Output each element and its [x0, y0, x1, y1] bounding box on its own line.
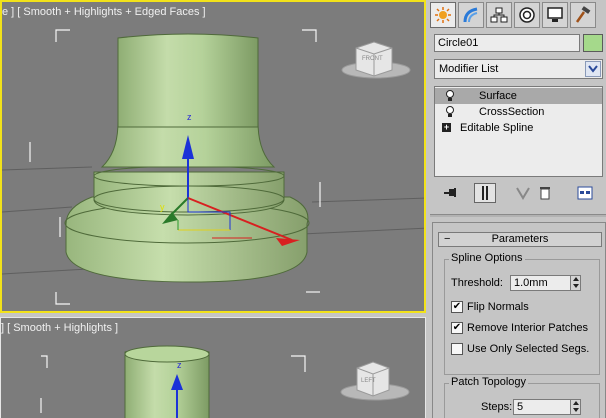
left-viewport[interactable]: ] [ Smooth + Highlights ] z LEFT: [0, 317, 426, 418]
group-title: Spline Options: [449, 252, 525, 264]
hierarchy-icon: [490, 7, 508, 23]
object-color-swatch[interactable]: [583, 34, 603, 52]
threshold-label: Threshold:: [451, 277, 503, 289]
make-unique-icon: [516, 187, 530, 200]
use-only-selected-segs-checkbox[interactable]: [451, 343, 463, 355]
rollout-title: Parameters: [491, 233, 549, 245]
show-end-result-button[interactable]: [474, 183, 496, 203]
expand-plus-icon[interactable]: +: [442, 123, 451, 132]
parameters-rollout: − Parameters Spline Options Threshold: 1…: [432, 222, 606, 418]
threshold-value: 1.0mm: [514, 277, 548, 289]
viewcube-face-label[interactable]: FRONT: [362, 56, 383, 62]
trash-can-icon: [540, 187, 550, 200]
stack-item-label: Editable Spline: [460, 122, 534, 134]
modify-bend-icon: [463, 7, 478, 23]
collapse-minus-icon: −: [444, 233, 451, 245]
tab-hierarchy[interactable]: [486, 2, 512, 28]
steps-spinner[interactable]: 5: [513, 399, 581, 415]
axis-label-z: z: [177, 360, 182, 370]
steps-label: Steps:: [481, 401, 513, 413]
motion-icon: [519, 7, 535, 23]
configure-sets-icon: [577, 186, 593, 200]
chevron-down-icon: [588, 65, 598, 73]
pin-icon: [444, 188, 456, 197]
tab-create[interactable]: [430, 2, 456, 28]
stack-toolbar: [434, 181, 603, 205]
object-name-input[interactable]: Circle01: [434, 34, 580, 52]
threshold-spinner[interactable]: 1.0mm: [510, 275, 581, 291]
axis-label-z: z: [187, 112, 192, 122]
stack-item-surface[interactable]: Surface: [435, 88, 602, 104]
stack-item-editable-spline[interactable]: + Editable Spline: [435, 120, 602, 136]
remove-modifier-button[interactable]: [534, 183, 556, 203]
panel-divider: [430, 214, 606, 217]
lightbulb-icon[interactable]: [445, 90, 455, 102]
modifier-stack: Surface CrossSection + Editable Spline: [434, 86, 603, 177]
flip-normals-checkbox[interactable]: [451, 301, 463, 313]
utilities-hammer-icon: [575, 6, 591, 23]
axis-label-y: y: [160, 202, 165, 212]
spinner-arrows-icon[interactable]: [570, 400, 580, 414]
pin-stack-button[interactable]: [440, 183, 462, 203]
flip-normals-label[interactable]: Flip Normals: [467, 301, 529, 313]
app-window: e ] [ Smooth + Highlights + Edged Faces …: [0, 0, 606, 418]
stack-item-label: CrossSection: [479, 106, 545, 118]
viewport-label[interactable]: e ] [ Smooth + Highlights + Edged Faces …: [2, 6, 206, 18]
lightbulb-icon[interactable]: [445, 106, 455, 118]
modifier-list-label: Modifier List: [439, 63, 499, 75]
remove-interior-patches-label[interactable]: Remove Interior Patches: [467, 322, 588, 334]
tab-display[interactable]: [542, 2, 568, 28]
dropdown-arrow[interactable]: [585, 61, 601, 77]
group-title: Patch Topology: [449, 376, 529, 388]
end-result-icon: [482, 186, 488, 200]
spline-options-group: Spline Options Threshold: 1.0mm Flip Nor…: [444, 252, 600, 375]
command-panel: Circle01 Modifier List Surface CrossSect…: [430, 0, 606, 418]
viewport-scene: [2, 29, 424, 305]
parameters-rollout-header[interactable]: − Parameters: [438, 232, 602, 247]
tab-utilities[interactable]: [570, 2, 596, 28]
command-panel-tabs: [430, 2, 606, 28]
modifier-list-dropdown[interactable]: Modifier List: [434, 59, 603, 79]
patch-topology-group: Patch Topology Steps: 5: [444, 376, 600, 418]
tab-modify[interactable]: [458, 2, 484, 28]
viewcube-face-label[interactable]: LEFT: [361, 378, 376, 384]
configure-modifier-sets-button[interactable]: [574, 183, 596, 203]
viewport-label[interactable]: ] [ Smooth + Highlights ]: [1, 322, 118, 334]
stack-item-crosssection[interactable]: CrossSection: [435, 104, 602, 120]
steps-value: 5: [517, 401, 524, 413]
use-only-selected-segs-label[interactable]: Use Only Selected Segs.: [467, 343, 589, 355]
make-unique-button[interactable]: [512, 183, 534, 203]
perspective-viewport[interactable]: e ] [ Smooth + Highlights + Edged Faces …: [0, 0, 426, 313]
spinner-arrows-icon[interactable]: [570, 276, 580, 290]
remove-interior-patches-checkbox[interactable]: [451, 322, 463, 334]
create-sun-icon: [435, 7, 451, 23]
stack-item-label: Surface: [479, 90, 517, 102]
tab-motion[interactable]: [514, 2, 540, 28]
display-monitor-icon: [547, 7, 563, 22]
